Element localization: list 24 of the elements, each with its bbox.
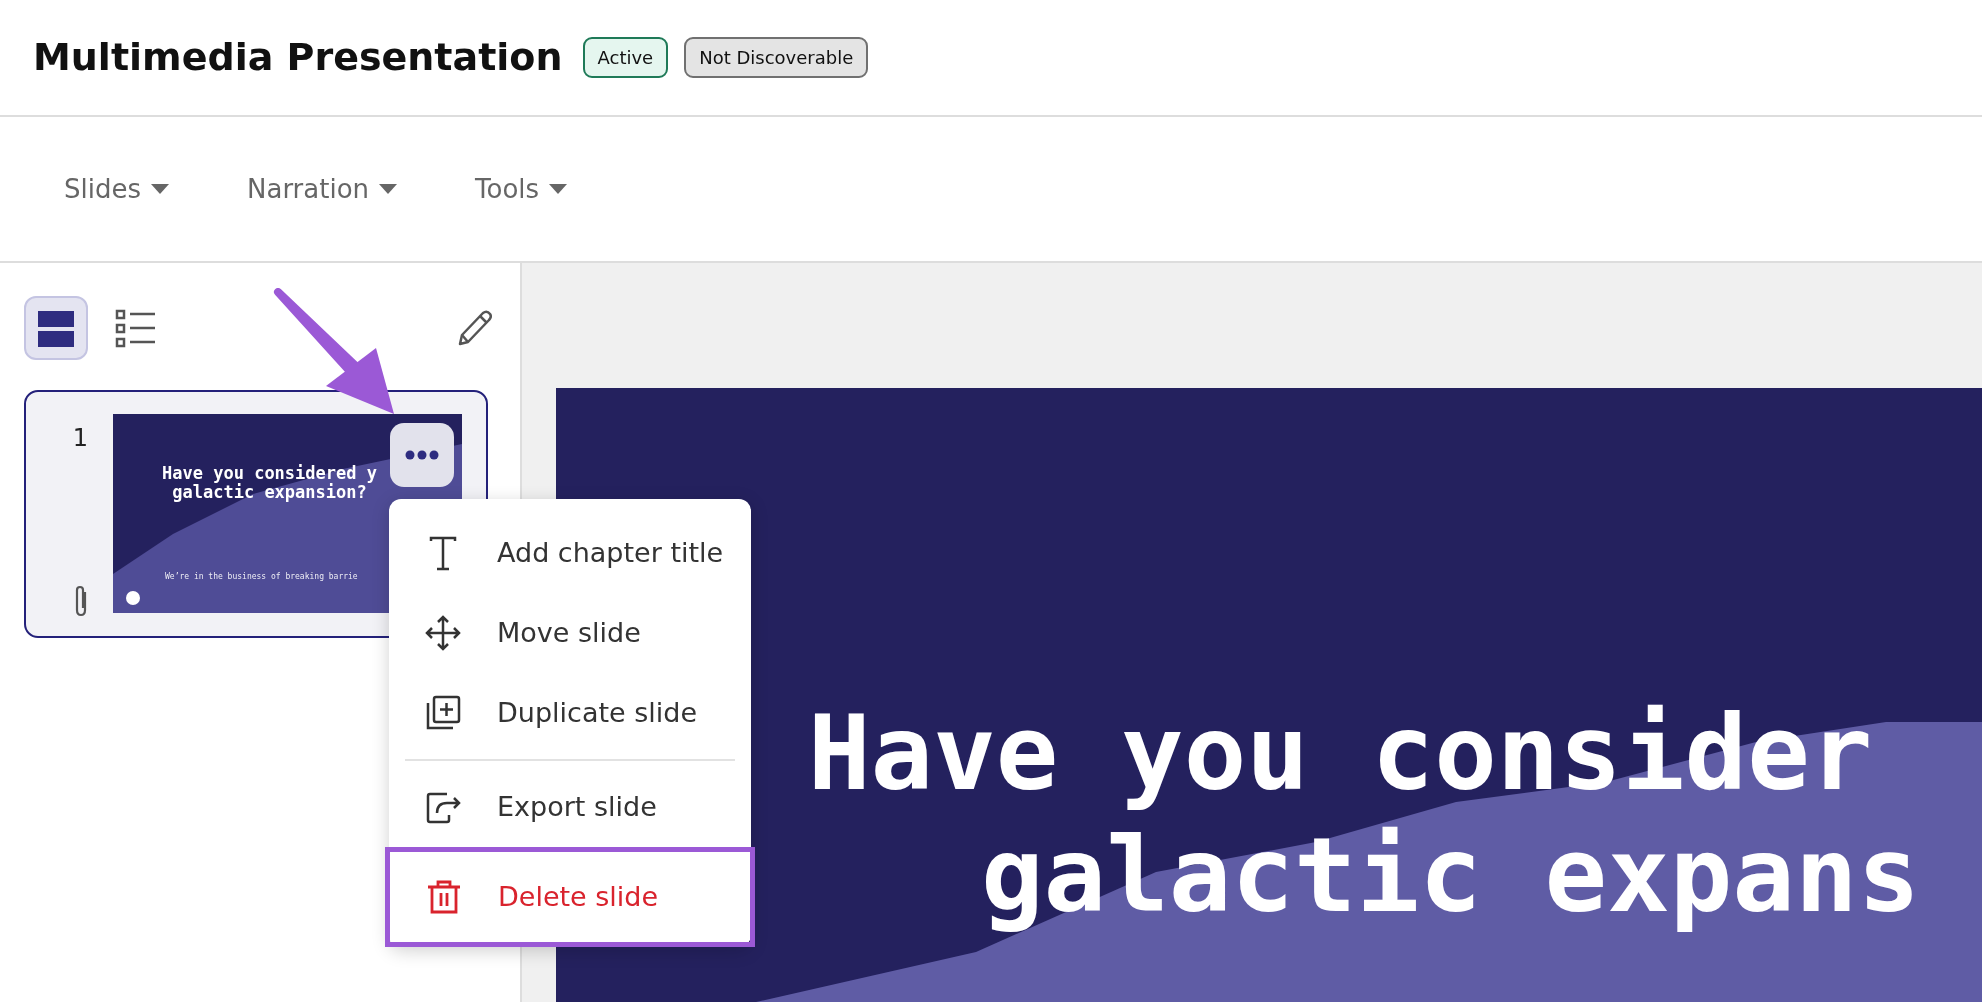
thumbnail-subtitle: We’re in the business of breaking barrie <box>164 571 359 584</box>
menu-item[interactable]: Duplicate slide <box>389 673 751 753</box>
slide-title-line: Have you consider <box>808 693 1873 815</box>
list-icon <box>115 308 157 348</box>
ellipsis-icon <box>405 450 439 460</box>
status-tag: Not Discoverable <box>684 37 869 78</box>
menu-item[interactable]: Delete slide <box>385 847 755 947</box>
trash-icon <box>426 879 462 915</box>
toolbar-menu[interactable]: Narration <box>247 169 398 209</box>
toolbar-menu[interactable]: Slides <box>64 169 169 209</box>
more-options-button[interactable] <box>390 423 454 487</box>
grid-view-icon <box>36 308 76 348</box>
thumbnail-title-line: galactic expansion? <box>171 482 368 502</box>
toolbar-menu[interactable]: Tools <box>475 169 568 209</box>
thumbnail-title-line: Have you considered y <box>161 464 378 483</box>
thumbnail-view-toggle[interactable] <box>24 296 88 360</box>
move-arrows-icon <box>425 615 461 651</box>
duplicate-icon <box>425 695 461 731</box>
logo-icon <box>126 591 140 605</box>
status-tag: Active <box>582 37 669 78</box>
page-title: Multimedia Presentation <box>33 34 563 81</box>
slide-number: 1 <box>72 423 89 454</box>
pencil-icon[interactable] <box>456 308 492 348</box>
slide-title-line: galactic expans <box>981 814 1921 937</box>
